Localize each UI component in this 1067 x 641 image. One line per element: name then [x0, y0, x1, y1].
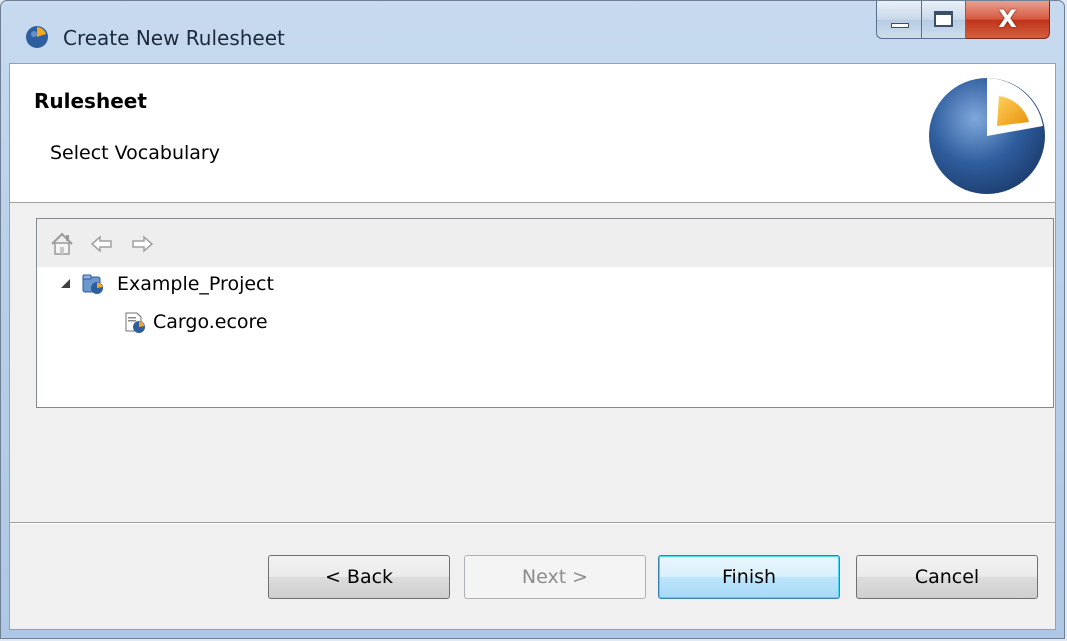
- dialog-content: Rulesheet Select Vocabulary Example_Proj…: [9, 63, 1056, 630]
- minimize-icon: [891, 23, 909, 28]
- forward-arrow-icon[interactable]: [129, 231, 155, 257]
- maximize-icon: [934, 11, 953, 27]
- tree-item-project[interactable]: Example_Project: [37, 269, 437, 299]
- tree-toolbar: [37, 219, 1053, 267]
- back-button[interactable]: < Back: [268, 555, 450, 599]
- dialog-window: Create New Rulesheet X Rulesheet Select …: [0, 0, 1065, 639]
- vocabulary-file-icon: [125, 312, 145, 333]
- vocabulary-tree-panel[interactable]: Example_Project Cargo.ecore: [36, 218, 1054, 408]
- tree-item-file[interactable]: Cargo.ecore: [119, 307, 305, 337]
- home-icon[interactable]: [49, 231, 75, 257]
- expanded-triangle-icon[interactable]: [61, 279, 70, 288]
- maximize-button[interactable]: [922, 1, 966, 39]
- window-controls: X: [876, 1, 1050, 41]
- page-title: Rulesheet: [34, 89, 147, 113]
- app-icon: [26, 26, 48, 48]
- rulesheet-logo-icon: [929, 78, 1045, 194]
- wizard-header: Rulesheet Select Vocabulary: [10, 64, 1055, 203]
- tree-item-label: Cargo.ecore: [153, 311, 268, 333]
- page-subtitle: Select Vocabulary: [50, 142, 220, 164]
- footer-separator: [10, 522, 1055, 524]
- title-bar[interactable]: Create New Rulesheet X: [1, 1, 1064, 63]
- close-icon: X: [998, 5, 1017, 33]
- cancel-button[interactable]: Cancel: [856, 555, 1038, 599]
- project-icon: [82, 274, 103, 294]
- minimize-button[interactable]: [876, 1, 922, 39]
- finish-button[interactable]: Finish: [658, 555, 840, 599]
- next-button: Next >: [464, 555, 646, 599]
- close-button[interactable]: X: [966, 1, 1050, 39]
- window-title: Create New Rulesheet: [63, 26, 285, 50]
- tree-item-label: Example_Project: [117, 273, 274, 295]
- back-arrow-icon[interactable]: [89, 231, 115, 257]
